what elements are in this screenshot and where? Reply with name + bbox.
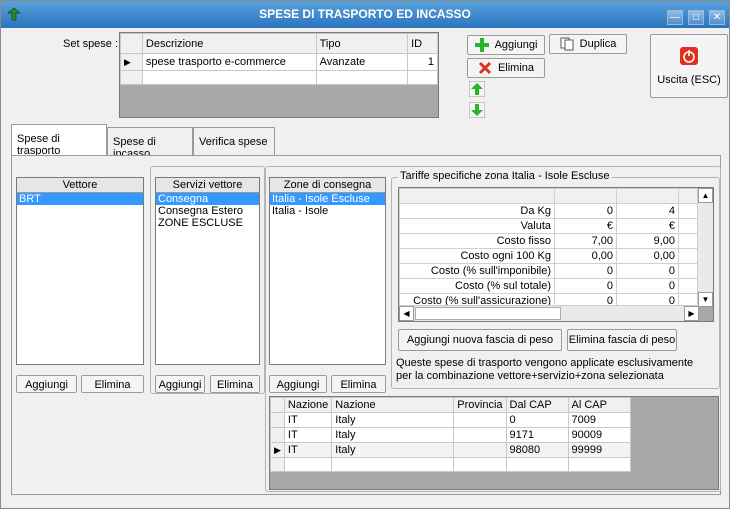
plus-icon <box>474 38 489 53</box>
scroll-right-icon[interactable]: ▶ <box>684 306 699 321</box>
copy-icon <box>560 37 574 51</box>
tariffe-note: Queste spese di trasporto vengono applic… <box>396 357 694 382</box>
row-marker: ▶ <box>120 53 143 71</box>
add-fascia-button[interactable]: Aggiungi nuova fascia di peso <box>398 329 562 351</box>
del-fascia-button[interactable]: Elimina fascia di peso <box>567 329 677 351</box>
servizi-list[interactable]: Servizi vettore Consegna Nazionale Conse… <box>155 177 260 365</box>
list-item[interactable]: Italia - Isole Escluse <box>270 193 385 205</box>
delete-x-icon <box>478 62 492 75</box>
scroll-down-icon[interactable]: ▼ <box>698 292 713 307</box>
tab-spese-trasporto[interactable]: Spese di trasporto <box>11 124 107 157</box>
close-button[interactable]: ✕ <box>709 10 725 25</box>
main-window: SPESE DI TRASPORTO ED INCASSO — □ ✕ Set … <box>0 0 730 509</box>
uscita-button[interactable]: Uscita (ESC) <box>650 34 728 98</box>
table-row[interactable]: IT Italy 9171 90009 <box>270 427 631 443</box>
table-row[interactable]: ▶ IT Italy 98080 99999 <box>270 442 631 458</box>
tariffe-table: Da Kg 0 4 Valuta € € Costo fisso 7,00 9,00 Cos… <box>399 188 699 309</box>
vettore-list[interactable]: Vettore BRT <box>16 177 144 365</box>
duplica-button[interactable]: Duplica <box>549 34 627 54</box>
cell-tipo[interactable]: Avanzate <box>315 53 409 71</box>
aggiungi-set-button[interactable]: Aggiungi <box>467 35 545 55</box>
cell-id[interactable]: 1 <box>407 53 438 71</box>
vettore-header: Vettore <box>17 178 143 193</box>
set-spese-table: Descrizione Tipo ID ▶ spese trasporto e-… <box>120 33 438 85</box>
servizi-delete-button[interactable]: Elimina <box>210 375 260 393</box>
col-descrizione[interactable]: Descrizione <box>141 33 317 54</box>
tariffe-hscroll[interactable]: ◀ ▶ <box>399 305 699 321</box>
zone-header: Zone di consegna <box>270 178 385 193</box>
tab-spese-incasso[interactable]: Spese di incasso <box>107 127 193 160</box>
scroll-left-icon[interactable]: ◀ <box>399 306 414 321</box>
scroll-thumb[interactable] <box>415 307 561 320</box>
tariffe-title: Tariffe specifiche zona Italia - Isole E… <box>398 170 612 182</box>
window-title: SPESE DI TRASPORTO ED INCASSO <box>259 7 471 21</box>
list-item[interactable]: Italia - Isole <box>270 205 385 217</box>
zone-delete-button[interactable]: Elimina <box>331 375 386 393</box>
list-item[interactable]: BRT <box>17 193 143 205</box>
zone-list[interactable]: Zone di consegna Italia - Isole Escluse … <box>269 177 386 365</box>
elimina-set-button[interactable]: Elimina <box>467 58 545 78</box>
zone-cap-grid: Nazione Nazione Provincia Dal CAP Al CAP… <box>269 396 719 490</box>
table-row[interactable]: ▶ spese trasporto e-commerce Avanzate 1 <box>120 53 438 71</box>
list-item[interactable]: Consegna Nazionale <box>156 193 259 217</box>
arrow-up-icon[interactable] <box>469 81 485 97</box>
col-tipo[interactable]: Tipo <box>315 33 409 54</box>
arrow-down-icon[interactable] <box>469 102 485 118</box>
scroll-up-icon[interactable]: ▲ <box>698 188 713 203</box>
minimize-button[interactable]: — <box>667 10 683 25</box>
tab-verifica-spese[interactable]: Verifica spese <box>193 127 275 155</box>
set-spese-grid: Descrizione Tipo ID ▶ spese trasporto e-… <box>119 32 439 118</box>
servizi-add-button[interactable]: Aggiungi <box>155 375 205 393</box>
vettore-add-button[interactable]: Aggiungi <box>16 375 77 393</box>
zone-cap-table: Nazione Nazione Provincia Dal CAP Al CAP… <box>270 397 631 472</box>
table-row[interactable]: IT Italy 0 7009 <box>270 412 631 428</box>
vettore-delete-button[interactable]: Elimina <box>81 375 144 393</box>
list-item[interactable]: ZONE ESCLUSE <box>156 217 259 229</box>
power-exit-icon <box>680 47 698 65</box>
servizi-header: Servizi vettore <box>156 178 259 193</box>
cell-descrizione[interactable]: spese trasporto e-commerce <box>141 53 317 71</box>
maximize-button[interactable]: □ <box>688 10 704 25</box>
title-bar: SPESE DI TRASPORTO ED INCASSO — □ ✕ <box>1 1 729 28</box>
col-id[interactable]: ID <box>407 33 438 54</box>
list-item[interactable]: Consegna Estero <box>156 205 259 217</box>
set-spese-label: Set spese : <box>63 38 119 50</box>
tariffe-vscroll[interactable]: ▲ ▼ <box>697 188 713 307</box>
zone-add-button[interactable]: Aggiungi <box>269 375 327 393</box>
tariffe-grid[interactable]: Da Kg 0 4 Valuta € € Costo fisso 7,00 9,00 Cos… <box>398 187 714 322</box>
